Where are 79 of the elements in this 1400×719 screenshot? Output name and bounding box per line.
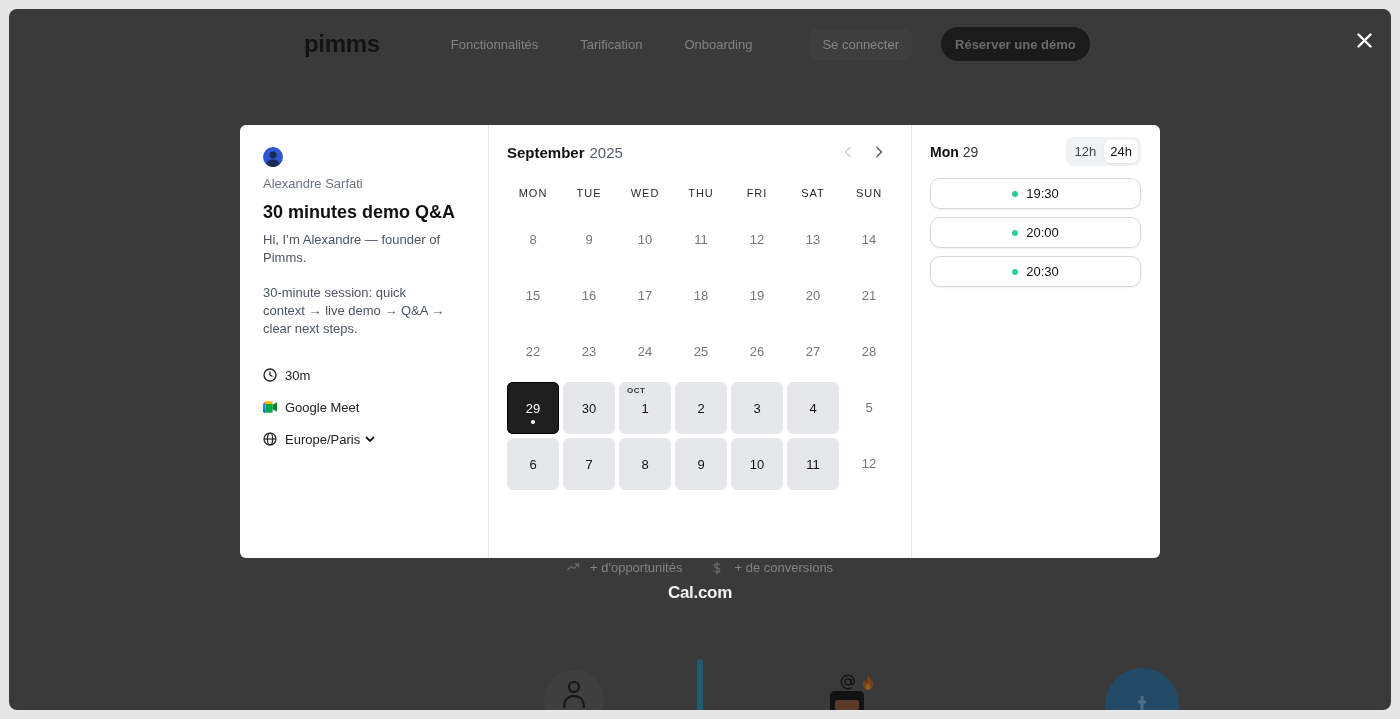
at-sign-icon [840,674,856,690]
month-label: September [507,143,585,161]
calendar-day: 24 [637,344,653,360]
benefit-text: + de conversions [734,560,834,576]
weekday-label: FRI [746,186,768,200]
calendar-day: 22 [525,344,541,360]
calendar-day: 5 [865,400,873,416]
weekday-label: WED [630,186,660,200]
close-icon [1357,33,1372,48]
calendar-day: 21 [861,288,877,304]
calendar-day[interactable]: 10 [731,438,783,490]
calendar-day: 18 [693,288,709,304]
calendar-day[interactable]: 8 [619,438,671,490]
calendar-day[interactable]: 3 [731,382,783,434]
calendar-day[interactable]: 2 [675,382,727,434]
time-slot[interactable]: 20:30 [930,256,1141,287]
timezone-select[interactable]: Europe/Paris [285,431,376,447]
close-button[interactable] [1357,33,1372,48]
avatar-icon [263,147,283,167]
availability-dot-icon [1012,190,1019,197]
event-title: 30 minutes demo Q&A [263,201,456,224]
availability-dot-icon [1012,229,1019,236]
calendar-day: 27 [805,344,821,360]
location-text: Google Meet [285,399,360,415]
device-icon [828,690,866,710]
chevron-down-icon [365,436,376,442]
weekday-label: THU [688,186,714,200]
calendar-day: 19 [749,288,765,304]
calendar-day: 8 [529,232,537,248]
time-slot[interactable]: 20:00 [930,217,1141,248]
calendar-day[interactable]: 30 [563,382,615,434]
calendar-day: 28 [861,344,877,360]
weekday-label: SUN [855,186,883,200]
weekday-label: SAT [801,186,825,200]
clock-icon [263,368,277,382]
availability-dot-icon [1012,268,1019,275]
time-format-option[interactable]: 24h [1104,140,1138,163]
calendar-day: 9 [585,232,593,248]
chevron-left-icon [844,146,852,158]
calendar-day: 14 [861,232,877,248]
calendar-day: 12 [861,456,877,472]
calendar-day[interactable]: 9 [675,438,727,490]
calendar-day: 26 [749,344,765,360]
calendar-day[interactable]: 6 [507,438,559,490]
calendar-day: 25 [693,344,709,360]
month-abbreviation: OCT [627,386,646,396]
calendar-day: 12 [749,232,765,248]
host-name: Alexandre Sarfati [263,176,363,192]
calendar-day[interactable]: 7 [563,438,615,490]
time-slot[interactable]: 19:30 [930,178,1141,209]
description-text: 30-minute session: quick context → live demo → Q&A → clear next steps. [263,284,446,338]
year-label: 2025 [589,143,623,161]
chevron-right-icon [875,146,883,158]
calendar-day[interactable]: 11 [787,438,839,490]
fire-icon [862,675,874,690]
weekday-label: TUE [576,186,602,200]
weekday-label: MON [518,186,548,200]
calendar-day: 13 [805,232,821,248]
benefit-text: + d'opportunités [590,560,683,576]
selected-weekday: Mon [930,143,959,160]
calendar-day: 15 [525,288,541,304]
calendar-day: 17 [637,288,653,304]
calendar-day: 10 [637,232,653,248]
brand-logo[interactable]: Cal.com [667,583,732,603]
duration-text: 30m [285,367,311,383]
description-text: Hi, I’m Alexandre — founder of Pimms. [263,231,442,267]
calendar-day[interactable]: 1 OCT [619,382,671,434]
calendar-day: 20 [805,288,821,304]
calendar-day: 11 [694,232,708,248]
calendar-day: 23 [581,344,597,360]
calendar-day: 16 [581,288,597,304]
calendar-day[interactable]: 29 [507,382,559,434]
selected-date: 29 [962,143,979,160]
accent-bar [697,659,703,710]
time-format-option[interactable]: 12h [1068,140,1103,163]
next-month-button[interactable] [875,146,883,158]
globe-icon [263,432,277,446]
video-call-icon [263,401,277,413]
calendar-day[interactable]: 4 [787,382,839,434]
